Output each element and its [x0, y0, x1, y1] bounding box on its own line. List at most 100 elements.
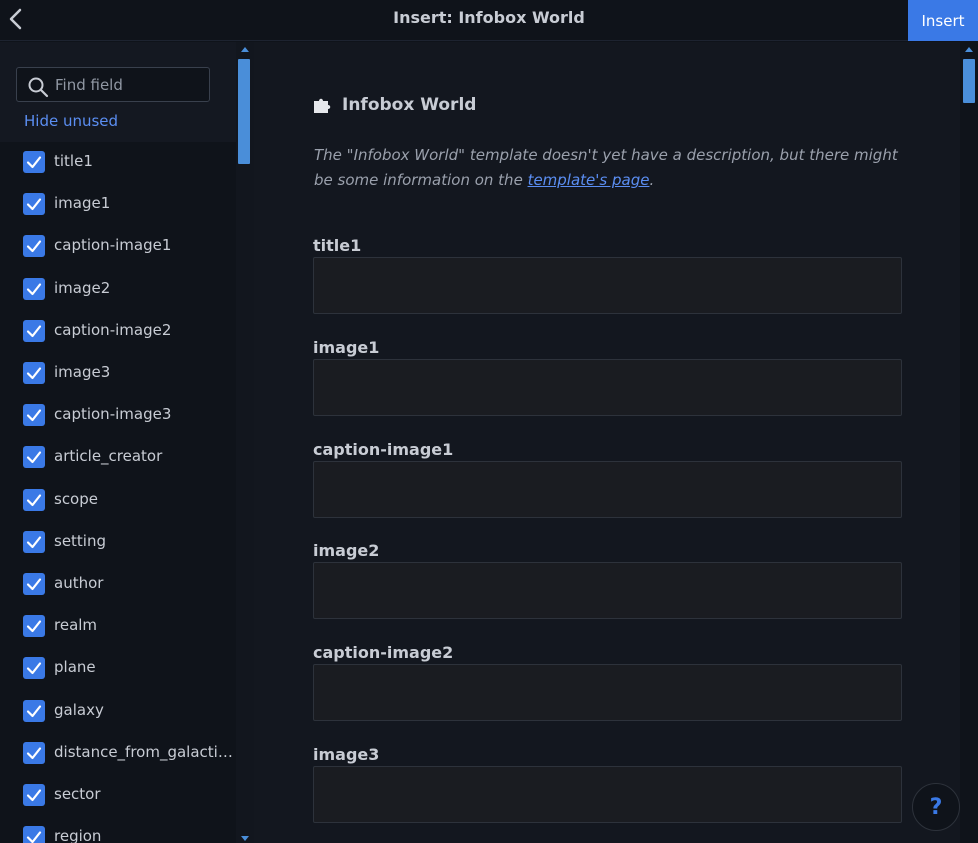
- scroll-up-arrow-icon[interactable]: [965, 47, 973, 52]
- param-label: caption-image2: [313, 643, 454, 663]
- field-checkbox[interactable]: [23, 488, 45, 511]
- scrollbar-thumb[interactable]: [238, 59, 250, 164]
- field-label: plane: [54, 658, 96, 677]
- field-item[interactable]: setting: [0, 521, 236, 563]
- field-label: region: [54, 827, 102, 843]
- field-item[interactable]: region: [0, 816, 236, 843]
- field-item[interactable]: realm: [0, 605, 236, 647]
- field-label: title1: [54, 152, 93, 170]
- field-checkbox[interactable]: [23, 362, 45, 384]
- field-item[interactable]: distance_from_galacti…: [0, 732, 236, 774]
- param-label: title1: [313, 236, 362, 255]
- field-label: scope: [54, 489, 98, 508]
- field-label: realm: [54, 616, 98, 635]
- field-label: galaxy: [54, 700, 104, 719]
- sidebar-controls: Hide unused: [0, 42, 236, 142]
- template-title: Infobox World: [342, 95, 477, 115]
- field-label: caption-image1: [54, 236, 172, 255]
- field-label: caption-image2: [54, 320, 172, 339]
- check-icon: [26, 620, 42, 633]
- field-item[interactable]: caption-image2: [0, 310, 236, 352]
- check-icon: [26, 831, 42, 843]
- field-label: image3: [54, 363, 111, 381]
- check-icon: [26, 662, 42, 675]
- check-icon: [26, 536, 42, 548]
- check-icon: [26, 747, 42, 759]
- field-checkbox[interactable]: [23, 446, 45, 469]
- puzzle-icon: [314, 98, 331, 113]
- field-label: image1: [54, 194, 111, 213]
- help-button[interactable]: ?: [912, 783, 960, 831]
- field-item[interactable]: image3: [0, 352, 236, 394]
- field-checkbox[interactable]: [23, 404, 45, 427]
- field-label: sector: [54, 785, 101, 803]
- field-label: author: [54, 574, 104, 592]
- field-checkbox[interactable]: [23, 741, 45, 764]
- field-checkbox[interactable]: [23, 657, 45, 680]
- param-input[interactable]: [313, 358, 902, 416]
- field-label: caption-image3: [54, 405, 172, 424]
- check-icon: [26, 282, 42, 295]
- check-icon: [26, 198, 42, 211]
- field-item[interactable]: author: [0, 563, 236, 605]
- check-icon: [26, 409, 42, 422]
- check-icon: [26, 156, 42, 169]
- field-checkbox[interactable]: [23, 193, 45, 216]
- scroll-up-arrow-icon[interactable]: [241, 47, 249, 52]
- main-scrollbar[interactable]: [960, 42, 978, 843]
- field-label: distance_from_galacti…: [54, 742, 233, 761]
- param-label: image3: [313, 745, 380, 764]
- insert-button[interactable]: Insert: [908, 0, 978, 41]
- field-search[interactable]: [16, 67, 210, 102]
- check-icon: [26, 493, 42, 506]
- field-sidebar: Hide unused title1 image1 caption-image1 im…: [0, 42, 236, 843]
- dialog-title: Insert: Infobox World: [393, 8, 585, 27]
- field-checkbox[interactable]: [23, 699, 45, 722]
- field-checkbox[interactable]: [23, 530, 45, 553]
- check-icon: [26, 704, 42, 717]
- check-icon: [26, 451, 42, 464]
- param-label: image2: [313, 541, 380, 561]
- param-input[interactable]: [313, 562, 902, 620]
- param-input[interactable]: [313, 664, 902, 722]
- field-label: article_creator: [54, 447, 163, 466]
- field-item[interactable]: plane: [0, 647, 236, 689]
- field-label: image2: [54, 278, 111, 297]
- field-item[interactable]: image2: [0, 268, 236, 310]
- template-page-link[interactable]: template's page: [528, 171, 650, 189]
- scroll-down-arrow-icon[interactable]: [241, 836, 249, 841]
- search-input[interactable]: [55, 68, 205, 101]
- template-form: Infobox World The "Infobox World" templa…: [254, 42, 960, 843]
- check-icon: [26, 789, 42, 802]
- hide-unused-link[interactable]: Hide unused: [24, 112, 118, 130]
- sidebar-scrollbar[interactable]: [236, 42, 254, 843]
- field-item[interactable]: article_creator: [0, 436, 236, 478]
- param-label: caption-image1: [313, 439, 454, 459]
- field-item[interactable]: caption-image1: [0, 225, 236, 267]
- check-icon: [26, 578, 42, 591]
- param-input[interactable]: [313, 257, 902, 314]
- field-item[interactable]: scope: [0, 479, 236, 521]
- check-icon: [26, 240, 42, 253]
- check-icon: [26, 367, 42, 380]
- field-item[interactable]: sector: [0, 774, 236, 816]
- param-input[interactable]: [313, 460, 902, 518]
- field-item[interactable]: galaxy: [0, 690, 236, 732]
- scrollbar-thumb[interactable]: [963, 59, 975, 103]
- field-checkbox[interactable]: [23, 235, 45, 258]
- description-suffix: .: [649, 171, 655, 189]
- search-icon: [28, 77, 49, 98]
- field-checkbox[interactable]: [23, 784, 45, 806]
- param-input[interactable]: [313, 766, 902, 823]
- field-label: setting: [54, 531, 107, 550]
- field-item[interactable]: image1: [0, 183, 236, 225]
- field-checkbox[interactable]: [23, 826, 45, 843]
- field-checkbox[interactable]: [23, 151, 45, 173]
- field-checkbox[interactable]: [23, 615, 45, 638]
- field-checkbox[interactable]: [23, 319, 45, 342]
- field-checkbox[interactable]: [23, 573, 45, 595]
- field-item[interactable]: caption-image3: [0, 394, 236, 436]
- field-checkbox[interactable]: [23, 277, 45, 300]
- check-icon: [26, 325, 42, 337]
- field-item[interactable]: title1: [0, 141, 236, 183]
